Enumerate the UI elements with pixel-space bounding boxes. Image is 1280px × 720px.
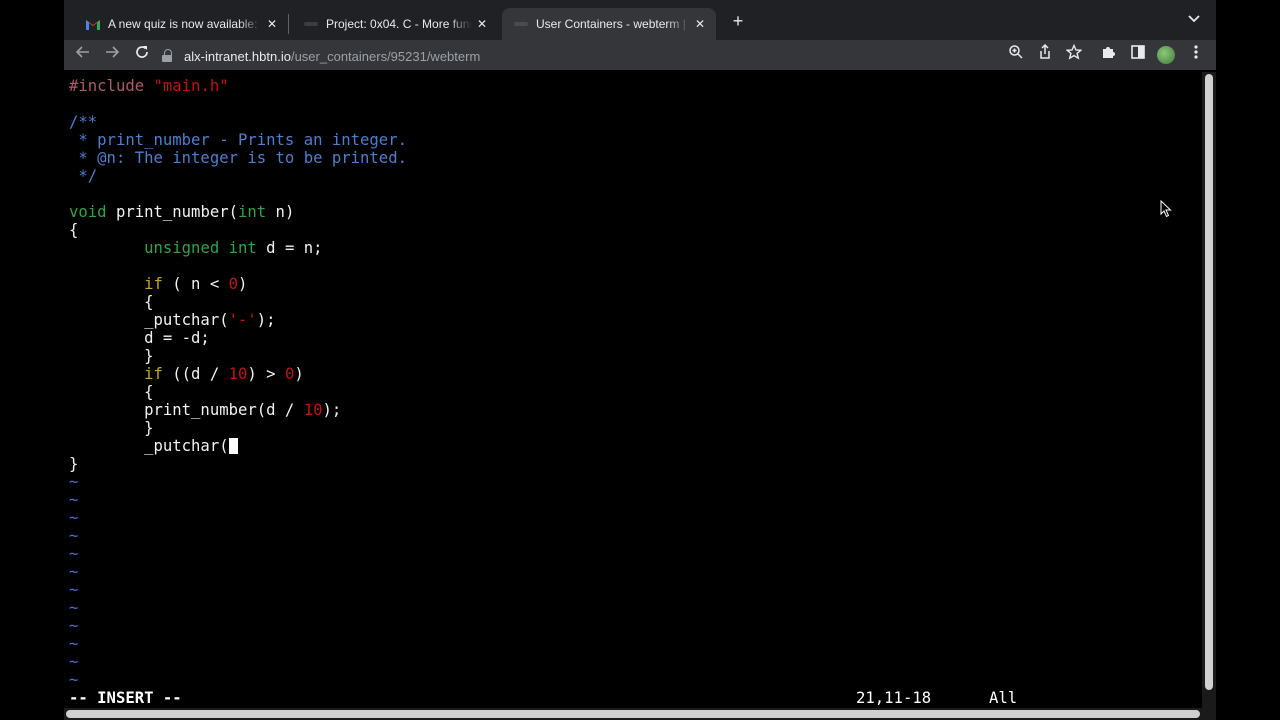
cursor-position: 21,11-18 bbox=[856, 689, 932, 707]
new-tab-icon[interactable]: + bbox=[728, 10, 748, 32]
reload-icon[interactable] bbox=[131, 44, 153, 66]
close-icon[interactable]: ✕ bbox=[262, 17, 282, 31]
editor-line: { bbox=[69, 293, 154, 311]
tab-title: User Containers - webterm | A bbox=[536, 17, 690, 31]
webterm-terminal[interactable]: #include "main.h" /** * print_number - P… bbox=[64, 72, 1202, 708]
empty-line-tilde: ~ bbox=[69, 671, 79, 689]
empty-line-tilde: ~ bbox=[69, 491, 79, 509]
editor-line: { bbox=[69, 221, 79, 239]
address-bar[interactable]: alx-intranet.hbtn.io/user_containers/952… bbox=[162, 44, 1062, 68]
editor-line: unsigned int d = n; bbox=[144, 239, 323, 257]
alx-icon bbox=[304, 17, 318, 31]
tab-project[interactable]: Project: 0x04. C - More functio ✕ bbox=[292, 8, 498, 40]
text-cursor bbox=[228, 438, 238, 454]
editor-line: * @n: The integer is to be printed. bbox=[69, 149, 407, 167]
zoom-icon[interactable] bbox=[1005, 44, 1027, 66]
sidepanel-icon[interactable] bbox=[1127, 44, 1149, 66]
editor-line: } bbox=[69, 419, 154, 437]
editor-line: * print_number - Prints an integer. bbox=[69, 131, 407, 149]
more-menu-icon[interactable] bbox=[1185, 44, 1207, 66]
gmail-icon bbox=[86, 17, 100, 31]
editor-line: void print_number(int n) bbox=[69, 203, 295, 221]
profile-avatar[interactable] bbox=[1157, 46, 1175, 64]
empty-line-tilde: ~ bbox=[69, 563, 79, 581]
forward-icon[interactable] bbox=[101, 44, 123, 66]
share-icon[interactable] bbox=[1034, 43, 1056, 66]
browser-window: A new quiz is now available: Ev ✕ Projec… bbox=[64, 0, 1216, 720]
scroll-position: All bbox=[989, 689, 1018, 707]
empty-line-tilde: ~ bbox=[69, 653, 79, 671]
editor-line: { bbox=[69, 383, 154, 401]
back-icon[interactable] bbox=[72, 44, 94, 66]
empty-line-tilde: ~ bbox=[69, 599, 79, 617]
extensions-icon[interactable] bbox=[1098, 44, 1120, 66]
editor-line: /** bbox=[69, 113, 98, 131]
tab-strip: A new quiz is now available: Ev ✕ Projec… bbox=[64, 0, 1216, 40]
url-path: /user_containers/95231/webterm bbox=[290, 48, 481, 64]
browser-toolbar: alx-intranet.hbtn.io/user_containers/952… bbox=[64, 40, 1216, 70]
close-icon[interactable]: ✕ bbox=[472, 17, 492, 31]
empty-line-tilde: ~ bbox=[69, 545, 79, 563]
star-icon[interactable] bbox=[1063, 43, 1085, 66]
url-host: alx-intranet.hbtn.io bbox=[184, 48, 291, 64]
tab-title: A new quiz is now available: Ev bbox=[108, 17, 262, 31]
editor-line: if ( n < 0) bbox=[144, 275, 248, 293]
editor-line: #include "main.h" bbox=[69, 77, 229, 95]
editor-line: if ((d / 10) > 0) bbox=[144, 365, 304, 383]
vertical-scrollbar[interactable] bbox=[1202, 72, 1216, 708]
alx-icon bbox=[514, 17, 528, 31]
chevron-down-icon[interactable] bbox=[1188, 12, 1200, 26]
vim-mode-indicator: -- INSERT -- bbox=[69, 689, 182, 707]
editor-line: print_number(d / 10); bbox=[69, 401, 342, 419]
empty-line-tilde: ~ bbox=[69, 581, 79, 599]
editor-line: } bbox=[69, 347, 154, 365]
empty-line-tilde: ~ bbox=[69, 473, 79, 491]
empty-line-tilde: ~ bbox=[69, 617, 79, 635]
editor-line: */ bbox=[69, 167, 98, 185]
editor-line: _putchar('-'); bbox=[69, 311, 276, 329]
tab-webterm[interactable]: User Containers - webterm | A ✕ bbox=[502, 8, 716, 40]
tab-separator bbox=[288, 14, 289, 34]
horizontal-scrollbar[interactable] bbox=[64, 708, 1216, 720]
editor-line: d = -d; bbox=[69, 329, 210, 347]
empty-line-tilde: ~ bbox=[69, 509, 79, 527]
lock-icon[interactable] bbox=[162, 49, 174, 63]
close-icon[interactable]: ✕ bbox=[690, 17, 710, 31]
empty-line-tilde: ~ bbox=[69, 527, 79, 545]
mouse-pointer-icon bbox=[1160, 200, 1172, 218]
empty-line-tilde: ~ bbox=[69, 635, 79, 653]
scrollbar-thumb[interactable] bbox=[66, 710, 1200, 718]
tab-gmail[interactable]: A new quiz is now available: Ev ✕ bbox=[74, 8, 288, 40]
tab-title: Project: 0x04. C - More functio bbox=[326, 17, 472, 31]
editor-line: } bbox=[69, 455, 79, 473]
scrollbar-thumb[interactable] bbox=[1205, 74, 1213, 690]
editor-line: _putchar( bbox=[69, 437, 238, 455]
